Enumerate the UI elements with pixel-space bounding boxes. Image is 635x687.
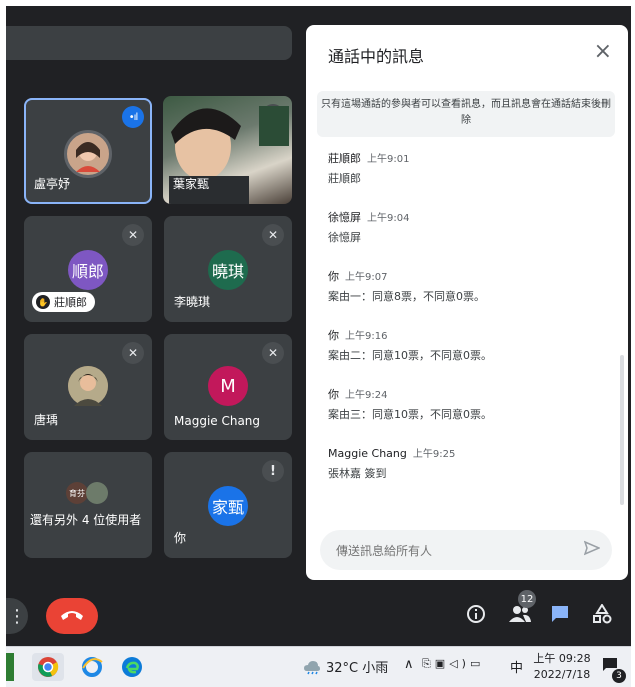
raised-hand-badge: ✋ 莊順郎 <box>32 292 95 312</box>
tray-icons[interactable]: ⎘▣◁)▭ <box>422 657 484 671</box>
avatar: M <box>208 366 248 406</box>
clock[interactable]: 上午 09:28 2022/7/18 <box>532 651 592 683</box>
avatar: 順郎 <box>68 250 108 290</box>
compose-box <box>320 530 612 572</box>
meet-window: •ıl 盧亭妤 ✕ 葉家甄 ✕ 順郎 ✋ 莊順郎 ✕ 曉琪 李曉琪 ✕ <box>6 6 631 646</box>
ime-indicator[interactable]: 中 <box>510 657 523 676</box>
message-time: 上午9:01 <box>367 154 410 165</box>
people-count-badge: 12 <box>518 590 536 608</box>
avatar: 家甄 <box>208 486 248 526</box>
close-icon[interactable]: × <box>594 39 612 64</box>
list-item: 莊順郎 上午9:01 莊順郎 <box>328 147 608 186</box>
ie-icon[interactable] <box>78 653 106 681</box>
message-text: 徐憶屏 <box>328 231 361 244</box>
people-button[interactable] <box>506 604 534 628</box>
clock-time: 上午 09:28 <box>533 652 591 665</box>
info-button[interactable] <box>464 604 488 628</box>
message-time: 上午9:04 <box>367 213 410 224</box>
alert-icon: ! <box>262 460 284 482</box>
participant-name: 還有另外 4 位使用者 <box>30 513 142 527</box>
message-input[interactable] <box>334 530 568 572</box>
list-item: 你上午9:07 案由一：同意8票，不同意0票。 <box>328 265 608 304</box>
chat-notice: 只有這場通話的參與者可以查看訊息，而且訊息會在通話結束後刪除 <box>317 91 615 137</box>
message-sender: 莊順郎 <box>328 152 361 165</box>
chat-icon <box>550 604 570 628</box>
avatar: 曉琪 <box>208 250 248 290</box>
notification-count-badge: 3 <box>612 669 626 683</box>
clock-date: 2022/7/18 <box>533 668 591 681</box>
message-text: 張林嘉 簽到 <box>328 467 387 480</box>
speaking-indicator-icon: •ıl <box>122 106 144 128</box>
leave-call-button[interactable] <box>46 598 98 634</box>
message-sender: Maggie Chang <box>328 447 407 460</box>
participant-name: 你 <box>174 531 187 545</box>
participant-name: 盧亭妤 <box>34 177 71 191</box>
mini-avatar: 育芬 <box>66 482 88 504</box>
participant-tile-maggie[interactable]: ✕ M Maggie Chang <box>164 334 292 440</box>
message-sender: 你 <box>328 270 339 283</box>
raised-hand-name: 莊順郎 <box>54 296 87 309</box>
avatar <box>64 130 112 178</box>
tray-expand-icon[interactable]: ∧ <box>404 657 414 672</box>
chrome-icon[interactable] <box>32 653 64 681</box>
list-item: 徐憶屏 上午9:04 徐憶屏 <box>328 206 608 245</box>
participant-tile-ye[interactable]: ✕ 葉家甄 <box>163 96 292 204</box>
participant-tile-li[interactable]: ✕ 曉琪 李曉琪 <box>164 216 292 322</box>
chat-panel: 通話中的訊息 × 只有這場通話的參與者可以查看訊息，而且訊息會在通話結束後刪除 … <box>306 25 628 580</box>
avatar <box>68 366 108 406</box>
list-item: 你上午9:16 案由二：同意10票，不同意0票。 <box>328 324 608 363</box>
participant-tile-others[interactable]: 育芬 還有另外 4 位使用者 <box>24 452 152 558</box>
mic-off-icon: ✕ <box>122 224 144 246</box>
weather-text[interactable]: 32°C 小雨 <box>326 657 388 676</box>
edge-icon[interactable] <box>118 653 146 681</box>
chat-scrollbar[interactable] <box>620 355 624 505</box>
message-text: 案由二：同意10票，不同意0票。 <box>328 349 492 362</box>
participant-tile-self[interactable]: ! 家甄 你 <box>164 452 292 558</box>
chat-title: 通話中的訊息 <box>328 47 425 66</box>
message-text: 莊順郎 <box>328 172 361 185</box>
mini-avatar-photo <box>86 482 108 504</box>
activities-button[interactable] <box>590 603 614 628</box>
participant-tile-shunlang[interactable]: ✕ 順郎 ✋ 莊順郎 <box>24 216 152 322</box>
list-item: 你上午9:24 案由三：同意10票，不同意0票。 <box>328 383 608 422</box>
message-sender: 你 <box>328 329 339 342</box>
mic-off-icon: ✕ <box>262 224 284 246</box>
message-time: 上午9:07 <box>345 272 388 283</box>
app-icon[interactable] <box>6 653 14 681</box>
send-icon[interactable] <box>583 540 601 560</box>
top-bar <box>6 26 292 60</box>
message-text: 案由三：同意10票，不同意0票。 <box>328 408 492 421</box>
weather-icon[interactable] <box>302 653 322 681</box>
participant-name: Maggie Chang <box>174 414 261 428</box>
participant-name: 唐瑀 <box>34 413 59 427</box>
chat-button[interactable] <box>548 604 572 628</box>
participant-name: 葉家甄 <box>173 177 210 191</box>
message-list: 莊順郎 上午9:01 莊順郎 徐憶屏 上午9:04 徐憶屏 你上午9:07 案由一：… <box>328 147 608 527</box>
mic-off-icon: ✕ <box>262 342 284 364</box>
message-time: 上午9:24 <box>345 390 388 401</box>
message-time: 上午9:16 <box>345 331 388 342</box>
mic-off-icon: ✕ <box>122 342 144 364</box>
message-sender: 你 <box>328 388 339 401</box>
taskbar: 32°C 小雨 ∧ ⎘▣◁)▭ 中 上午 09:28 2022/7/18 3 <box>6 646 631 687</box>
activities-icon <box>592 603 612 628</box>
list-item: Maggie Chang 上午9:25 張林嘉 簽到 <box>328 442 608 481</box>
participant-name: 李曉琪 <box>174 295 211 309</box>
message-sender: 徐憶屏 <box>328 211 361 224</box>
hang-up-icon <box>59 607 85 626</box>
participant-tile-lu[interactable]: •ıl 盧亭妤 <box>24 98 152 204</box>
message-time: 上午9:25 <box>412 449 456 460</box>
more-options-button[interactable]: ⋮ <box>6 598 28 634</box>
message-text: 案由一：同意8票，不同意0票。 <box>328 290 485 303</box>
participant-tile-tang[interactable]: ✕ 唐瑀 <box>24 334 152 440</box>
hand-icon: ✋ <box>36 295 50 309</box>
info-icon <box>466 604 486 628</box>
